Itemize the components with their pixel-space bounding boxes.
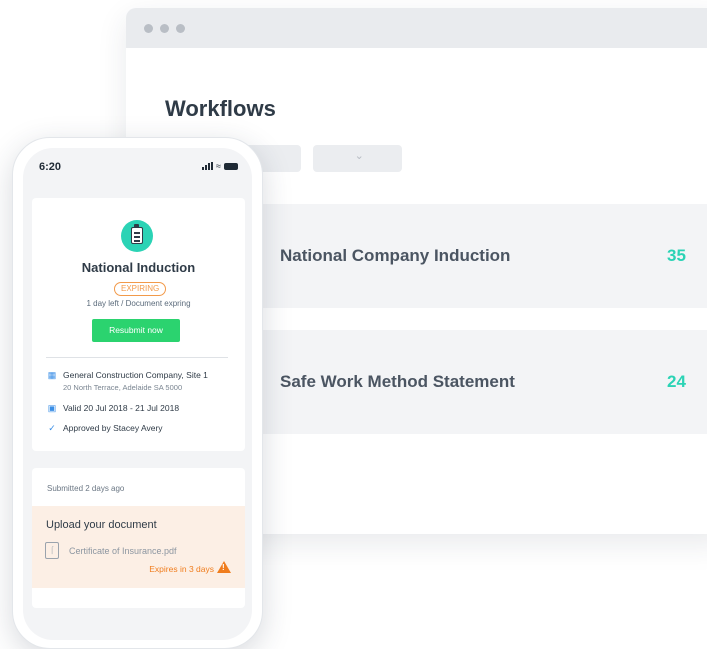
window-control-dot[interactable] (176, 24, 185, 33)
validity-text: Valid 20 Jul 2018 - 21 Jul 2018 (63, 403, 180, 413)
workflow-name: Safe Work Method Statement (280, 372, 515, 391)
resubmit-button[interactable]: Resubmit now (92, 319, 180, 342)
workflow-count: 35 (667, 246, 686, 265)
company-address: 20 North Terrace, Adelaide SA 5000 (63, 383, 183, 392)
chevron-down-icon: ⌄ (354, 150, 364, 162)
submitted-text: Submitted 2 days ago (47, 484, 125, 493)
pdf-file-icon: ⌠ (45, 542, 59, 559)
approval-row: ✓ Approved by Stacey Avery (47, 423, 163, 434)
clipboard-icon (121, 220, 153, 252)
browser-titlebar (126, 8, 707, 48)
approval-text: Approved by Stacey Avery (63, 423, 163, 433)
page-title: Workflows (165, 96, 276, 121)
phone-frame: 6:20 ≈ National Induction EXPIRING 1 day… (12, 137, 263, 649)
expiry-note: 1 day left / Document expring (86, 299, 191, 308)
upload-panel[interactable]: Upload your document ⌠ Certificate of In… (32, 506, 245, 588)
battery-icon (224, 162, 238, 170)
calendar-icon: ▣ (47, 403, 57, 413)
divider (46, 357, 228, 358)
status-icons: ≈ (202, 161, 238, 171)
expires-note: Expires in 3 days (149, 564, 214, 574)
checkmark-icon: ✓ (48, 423, 56, 433)
window-control-dot[interactable] (160, 24, 169, 33)
status-badge: EXPIRING (114, 282, 167, 296)
status-time: 6:20 (39, 161, 62, 173)
upload-title: Upload your document (46, 519, 157, 531)
building-icon: ▦ (47, 370, 57, 380)
validity-row: ▣ Valid 20 Jul 2018 - 21 Jul 2018 (47, 403, 179, 414)
workflow-name: National Company Induction (280, 246, 511, 265)
warning-icon: ! (217, 561, 231, 573)
signal-icon (202, 162, 214, 170)
workflow-count: 24 (667, 372, 686, 391)
wifi-icon: ≈ (216, 161, 221, 171)
submission-card: Submitted 2 days ago Upload your documen… (32, 468, 245, 608)
company-row: ▦ General Construction Company, Site 1 2… (47, 370, 208, 392)
file-name[interactable]: Certificate of Insurance.pdf (69, 546, 177, 556)
induction-card: National Induction EXPIRING 1 day left /… (32, 198, 245, 451)
filter-dropdown[interactable]: ⌄ (313, 145, 402, 172)
phone-screen: 6:20 ≈ National Induction EXPIRING 1 day… (23, 148, 252, 640)
induction-title: National Induction (81, 260, 196, 275)
company-name: General Construction Company, Site 1 (63, 370, 208, 380)
window-control-dot[interactable] (144, 24, 153, 33)
